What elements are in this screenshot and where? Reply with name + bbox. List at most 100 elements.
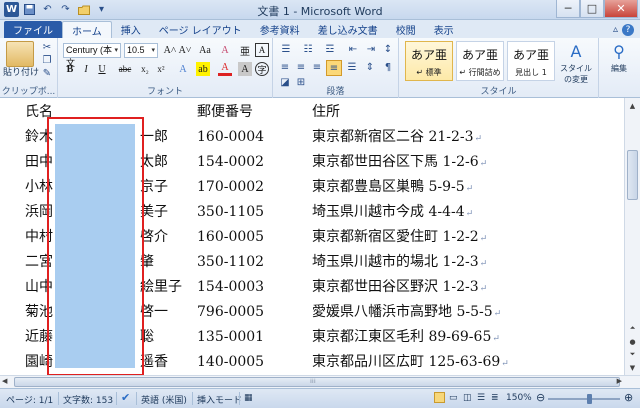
shrink-font-icon[interactable]: A˅ <box>178 43 192 57</box>
tab-view[interactable]: 表示 <box>425 21 463 38</box>
address: 東京都江東区毛利 89-69-65↵ <box>312 329 500 345</box>
outline-icon[interactable]: ☰ <box>477 393 485 403</box>
distribute-icon[interactable]: ☰ <box>345 60 359 74</box>
text-effects-icon[interactable]: A <box>176 62 190 76</box>
sort-icon[interactable]: ↕ <box>381 42 395 56</box>
ribbon-tabs: ファイル ホーム 挿入 ページ レイアウト 参考資料 差し込み文書 校閲 表示 … <box>0 20 640 38</box>
style-no-spacing[interactable]: あア亜 ↵ 行間詰め <box>456 41 504 81</box>
styles-group: あア亜 ↵ 標準 あア亜 ↵ 行間詰め あア亜 見出し 1 A スタイルの変更 … <box>399 38 599 98</box>
language-indicator[interactable]: 英語 (米国) <box>141 393 187 406</box>
change-styles-icon: A <box>570 42 582 61</box>
line-spacing-icon[interactable]: ⇕ <box>363 60 377 74</box>
tab-file[interactable]: ファイル <box>4 21 62 38</box>
proofing-icon[interactable]: ✔ <box>121 391 130 404</box>
style-name: ↵ 標準 <box>416 68 442 77</box>
highlight-icon[interactable]: ab <box>196 62 210 76</box>
macro-record-icon[interactable]: ▦ <box>244 393 253 403</box>
decrease-indent-icon[interactable]: ⇤ <box>345 42 361 56</box>
tab-home[interactable]: ホーム <box>62 21 112 38</box>
superscript-icon[interactable]: x² <box>154 62 168 76</box>
paste-icon[interactable] <box>6 41 34 67</box>
draft-icon[interactable]: ≣ <box>491 393 499 403</box>
page-indicator[interactable]: ページ: 1/1 <box>6 393 53 406</box>
insert-mode-indicator[interactable]: 挿入モード <box>197 393 242 406</box>
divider <box>239 392 240 405</box>
tab-references[interactable]: 参考資料 <box>251 21 309 38</box>
scroll-down-icon[interactable]: ▼ <box>625 360 640 375</box>
align-center-icon[interactable]: ≡ <box>294 60 308 74</box>
tab-insert[interactable]: 挿入 <box>112 21 150 38</box>
divider <box>192 392 193 405</box>
style-normal[interactable]: あア亜 ↵ 標準 <box>405 41 453 81</box>
clear-format-icon[interactable]: A <box>218 43 232 57</box>
change-styles-button[interactable]: A スタイルの変更 <box>559 41 593 85</box>
tab-page-layout[interactable]: ページ レイアウト <box>150 21 251 38</box>
minimize-ribbon-icon[interactable]: ▵ <box>613 24 618 35</box>
editing-button[interactable]: ⚲ 編集 <box>602 41 636 85</box>
zoom-slider-knob[interactable] <box>587 394 592 404</box>
scroll-right-icon[interactable]: ▶ <box>617 377 622 385</box>
address: 埼玉県川越市的場北 1-2-3↵ <box>312 254 488 270</box>
cut-icon[interactable]: ✂ <box>40 41 54 53</box>
grow-font-icon[interactable]: A˄ <box>163 43 177 57</box>
help-icon[interactable]: ? <box>622 23 634 36</box>
given-name: 美子 <box>140 204 168 220</box>
scroll-up-icon[interactable]: ▲ <box>625 98 640 113</box>
prev-page-icon[interactable]: ⏶ <box>625 322 640 335</box>
header-zip: 郵便番号 <box>197 104 253 120</box>
word-count[interactable]: 文字数: 153 <box>63 393 113 406</box>
change-case-icon[interactable]: Aa <box>198 43 212 57</box>
tab-review[interactable]: 校閲 <box>387 21 425 38</box>
given-name: 遥香 <box>140 354 168 370</box>
format-painter-icon[interactable]: ✎ <box>40 67 54 79</box>
multilevel-list-icon[interactable]: ☲ <box>322 42 338 56</box>
zoom-in-icon[interactable]: ⊕ <box>624 391 633 404</box>
zoom-level[interactable]: 150% <box>506 393 532 403</box>
bullets-icon[interactable]: ☰ <box>278 42 294 56</box>
close-button[interactable]: ✕ <box>604 0 638 18</box>
bold-icon[interactable]: B <box>63 62 77 76</box>
address: 東京都新宿区二谷 21-2-3↵ <box>312 129 483 145</box>
font-size-select[interactable]: 10.5 ▾ <box>124 43 158 58</box>
maximize-button[interactable]: □ <box>580 0 604 18</box>
font-color-icon[interactable]: A <box>218 62 232 76</box>
style-heading-1[interactable]: あア亜 見出し 1 <box>507 41 555 81</box>
copy-icon[interactable]: ❐ <box>40 54 54 66</box>
style-name: 見出し 1 <box>515 68 547 77</box>
zoom-out-icon[interactable]: ⊖ <box>536 391 545 404</box>
font-name-select[interactable]: Century (本文 ▾ <box>63 43 121 68</box>
horizontal-scrollbar[interactable]: ◀ ⁞⁞⁞ ▶ <box>0 375 640 388</box>
web-layout-icon[interactable]: ◫ <box>463 393 472 403</box>
align-left-icon[interactable]: ≡ <box>278 60 292 74</box>
browse-object-icon[interactable]: ● <box>625 335 640 348</box>
zip-code: 140-0005 <box>197 354 265 370</box>
increase-indent-icon[interactable]: ⇥ <box>363 42 379 56</box>
horizontal-scroll-thumb[interactable] <box>14 377 620 387</box>
full-screen-reading-icon[interactable]: ▭ <box>449 393 458 403</box>
style-sample: あア亜 <box>461 48 498 62</box>
scroll-left-icon[interactable]: ◀ <box>2 377 7 385</box>
vertical-scrollbar[interactable]: ▲ ⏶ ● ⏷ ▼ <box>624 98 640 375</box>
print-layout-icon[interactable] <box>434 392 445 403</box>
styles-group-label: スタイル <box>480 87 517 97</box>
justify-icon[interactable]: ≡ <box>326 60 342 76</box>
enclose-char-icon[interactable]: 字 <box>255 62 269 76</box>
underline-icon[interactable]: U <box>95 62 109 76</box>
zoom-slider[interactable] <box>548 398 620 400</box>
numbering-icon[interactable]: ☷ <box>300 42 316 56</box>
phonetic-guide-icon[interactable]: 亜 <box>238 43 252 58</box>
scroll-thumb[interactable] <box>627 150 638 200</box>
address: 愛媛県八幡浜市高野地 5-5-5↵ <box>312 304 502 320</box>
show-marks-icon[interactable]: ¶ <box>381 60 395 74</box>
paste-button[interactable]: 貼り付け <box>2 68 40 78</box>
tab-mailings[interactable]: 差し込み文書 <box>309 21 387 38</box>
italic-icon[interactable]: I <box>79 62 93 76</box>
char-shading-icon[interactable]: A <box>238 62 252 76</box>
subscript-icon[interactable]: x₂ <box>138 62 152 76</box>
char-border-icon[interactable]: A <box>255 43 269 57</box>
minimize-button[interactable]: ─ <box>556 0 580 18</box>
zip-code: 160-0005 <box>197 229 265 245</box>
strikethrough-icon[interactable]: abc <box>118 62 132 76</box>
clipboard-group: 貼り付け ✂ ❐ ✎ クリップボ... <box>0 38 58 98</box>
align-right-icon[interactable]: ≡ <box>310 60 324 74</box>
